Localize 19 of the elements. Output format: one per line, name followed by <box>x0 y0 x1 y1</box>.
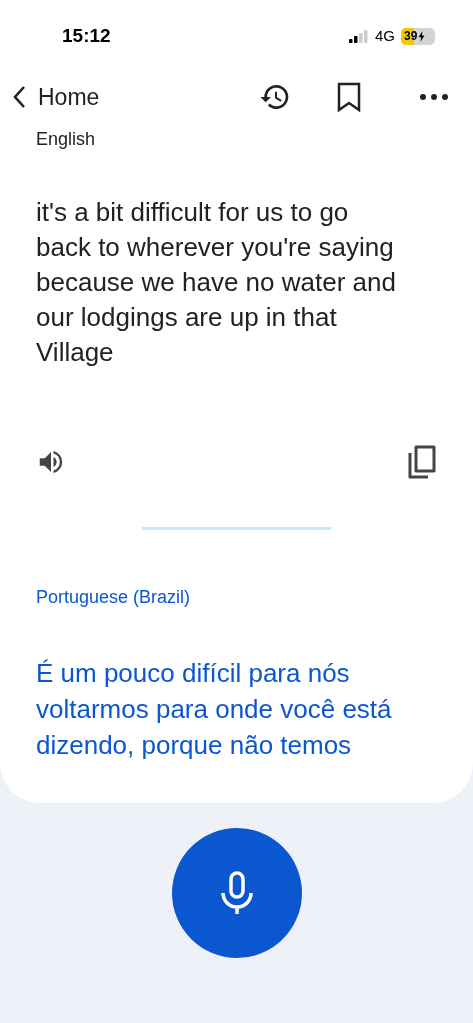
target-language[interactable]: Portuguese (Brazil) <box>36 584 191 611</box>
source-text-line: back to wherever you're saying <box>36 231 395 264</box>
microphone-icon <box>219 871 254 915</box>
translation-text-line: É um pouco difícil para nós <box>36 657 351 690</box>
more-icon[interactable] <box>419 93 449 101</box>
source-text-line: Village <box>36 336 115 369</box>
source-text-line: it's a bit difficult for us to go <box>36 196 350 229</box>
status-time: 15:12 <box>62 23 111 48</box>
translation-text-line: dizendo, porque não temos <box>36 729 353 762</box>
network-label: 4G <box>375 25 395 46</box>
translation-text-line: voltarmos para onde você está <box>36 693 393 726</box>
back-button[interactable]: Home <box>12 79 100 115</box>
bookmark-icon[interactable] <box>337 82 361 112</box>
signal-icon <box>349 29 369 43</box>
back-icon <box>12 85 26 109</box>
source-text-line: because we have no water and <box>36 266 397 299</box>
copy-icon[interactable] <box>407 445 437 479</box>
source-language[interactable]: English <box>36 126 96 153</box>
source-text-line: our lodgings are up in that <box>36 301 338 334</box>
